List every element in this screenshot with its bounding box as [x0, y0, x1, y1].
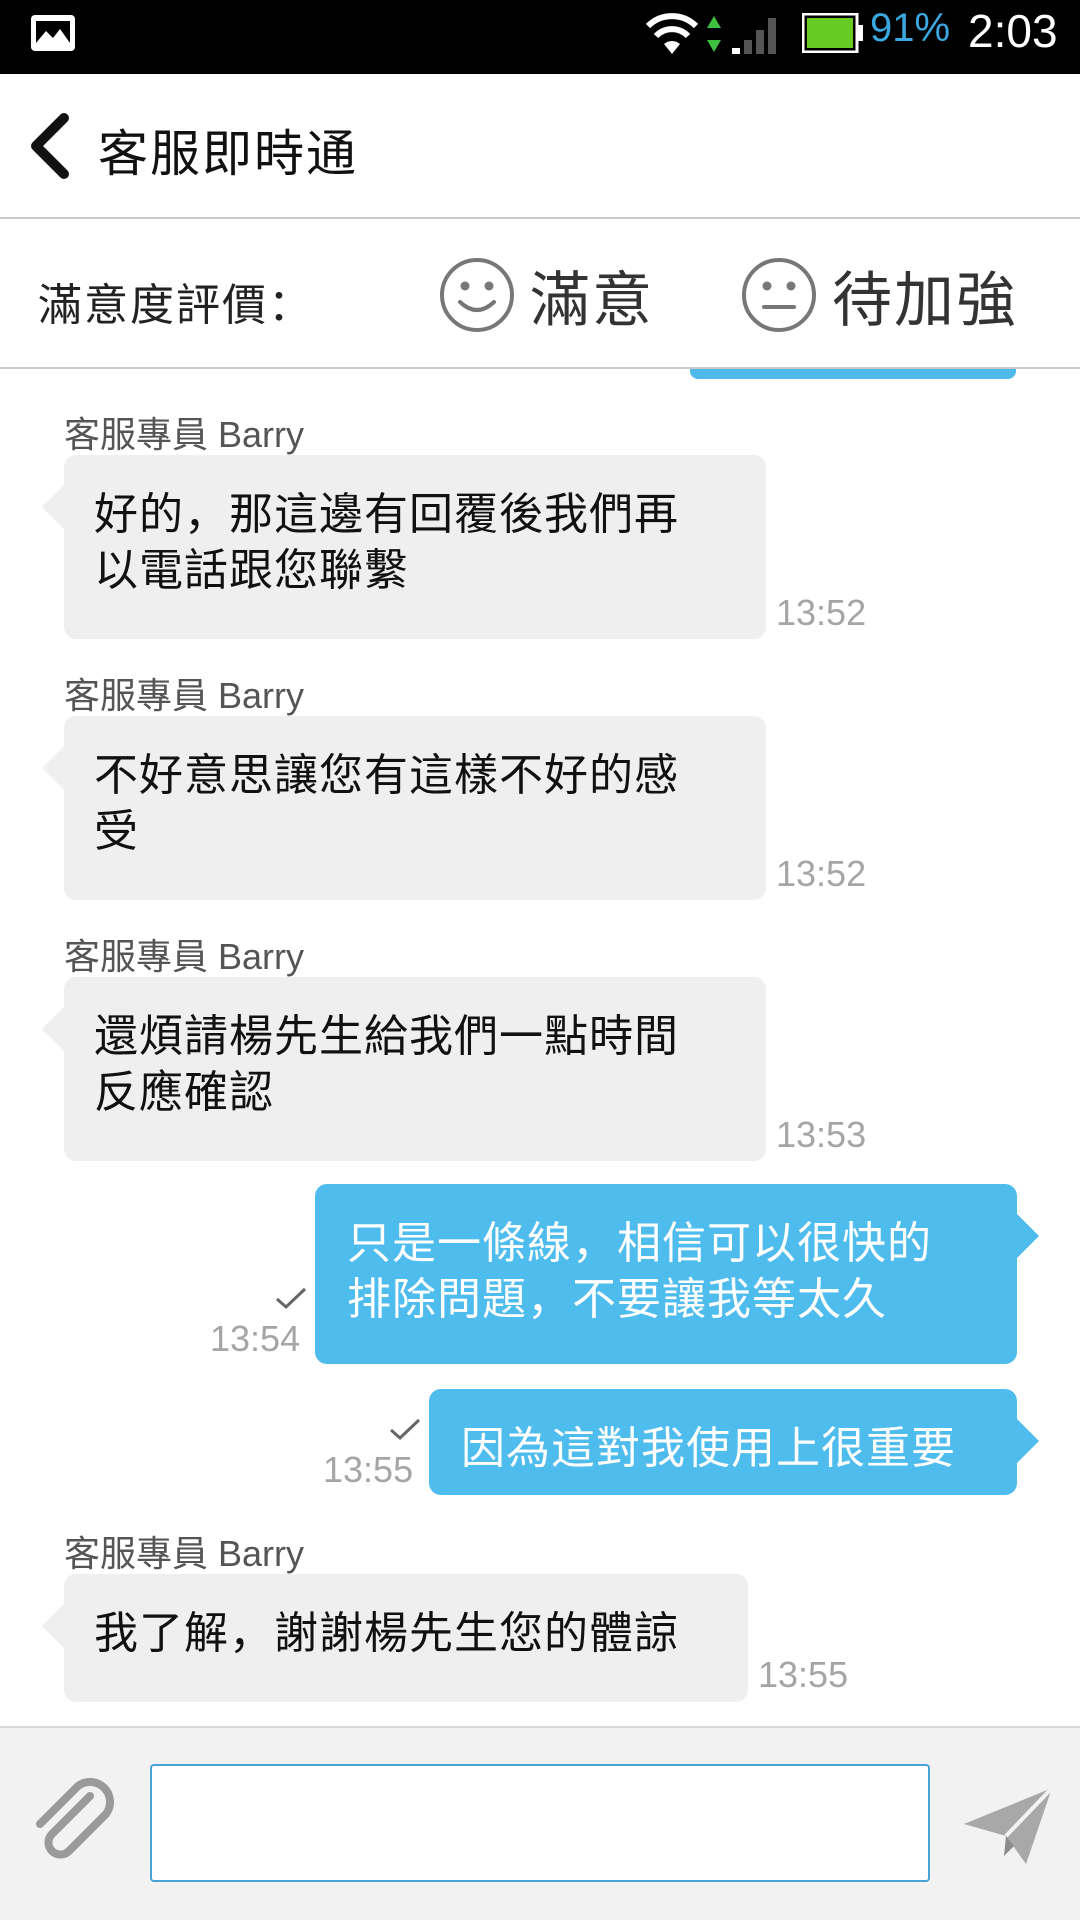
rate-needs-improvement-button[interactable]: 待加強: [740, 245, 1018, 345]
check-icon: [390, 1418, 421, 1441]
message-line: 以電話跟您聯繫: [94, 545, 409, 596]
message-time: 13:55: [323, 1449, 414, 1490]
message-sender: 客服專員 Barry: [64, 936, 305, 977]
outgoing-message-bubble[interactable]: 因為這對我使用上很重要: [429, 1389, 1039, 1495]
chevron-left-icon[interactable]: [24, 112, 74, 180]
chat-message-list[interactable]: 客服專員 Barry 好的，那這邊有回覆後我們再 以電話跟您聯繫 13:52 客…: [0, 372, 1080, 1726]
message-line: 我了解，謝謝楊先生您的體諒: [94, 1608, 679, 1659]
status-bar: 91% 2:03: [0, 0, 1080, 74]
rate-needs-improvement-label: 待加強: [832, 265, 1018, 336]
data-arrows-icon: [707, 16, 721, 52]
message-time: 13:52: [776, 853, 867, 894]
clock: 2:03: [968, 5, 1058, 57]
incoming-message-bubble[interactable]: 好的，那這邊有回覆後我們再 以電話跟您聯繫: [42, 455, 766, 639]
satisfaction-rating-bar: 滿意度評價： 滿意 待加強: [0, 221, 1080, 369]
gallery-icon: [31, 15, 75, 51]
message-sender: 客服專員 Barry: [64, 675, 305, 716]
message-time: 13:53: [776, 1114, 867, 1155]
message-line: 好的，那這邊有回覆後我們再: [94, 489, 679, 540]
page-title: 客服即時通: [98, 125, 358, 183]
incoming-message-bubble[interactable]: 還煩請楊先生給我們一點時間 反應確認: [42, 977, 766, 1161]
message-line: 還煩請楊先生給我們一點時間: [94, 1011, 679, 1062]
neutral-face-icon: [742, 258, 816, 332]
check-icon: [276, 1287, 307, 1310]
battery-percent: 91%: [870, 6, 951, 50]
message-line: 受: [94, 806, 139, 857]
wifi-icon: [645, 13, 699, 54]
incoming-message-bubble[interactable]: 我了解，謝謝楊先生您的體諒: [42, 1574, 748, 1702]
message-input[interactable]: [150, 1764, 930, 1882]
outgoing-message-bubble[interactable]: 只是一條線，相信可以很快的 排除問題，不要讓我等太久: [315, 1184, 1039, 1364]
rating-label: 滿意度評價：: [38, 280, 314, 331]
rate-satisfied-button[interactable]: 滿意: [438, 245, 654, 345]
message-line: 反應確認: [94, 1067, 274, 1118]
message-time: 13:54: [210, 1318, 301, 1359]
signal-icon: [732, 18, 776, 54]
message-line: 只是一條線，相信可以很快的: [347, 1218, 932, 1269]
app-header: 客服即時通: [0, 74, 1080, 219]
incoming-message-bubble[interactable]: 不好意思讓您有這樣不好的感 受: [42, 716, 766, 900]
message-line: 不好意思讓您有這樣不好的感: [94, 750, 679, 801]
message-time: 13:52: [776, 592, 867, 633]
message-sender: 客服專員 Barry: [64, 1533, 305, 1574]
paperclip-icon[interactable]: [26, 1776, 122, 1872]
message-line: 因為這對我使用上很重要: [461, 1423, 956, 1474]
send-icon[interactable]: [960, 1784, 1056, 1868]
message-sender: 客服專員 Barry: [64, 414, 305, 455]
message-input-bar: [0, 1726, 1080, 1920]
message-line: 排除問題，不要讓我等太久: [347, 1274, 887, 1325]
rate-satisfied-label: 滿意: [530, 265, 654, 336]
smile-face-icon: [440, 258, 514, 332]
battery-icon: [802, 13, 863, 53]
message-time: 13:55: [758, 1654, 849, 1695]
